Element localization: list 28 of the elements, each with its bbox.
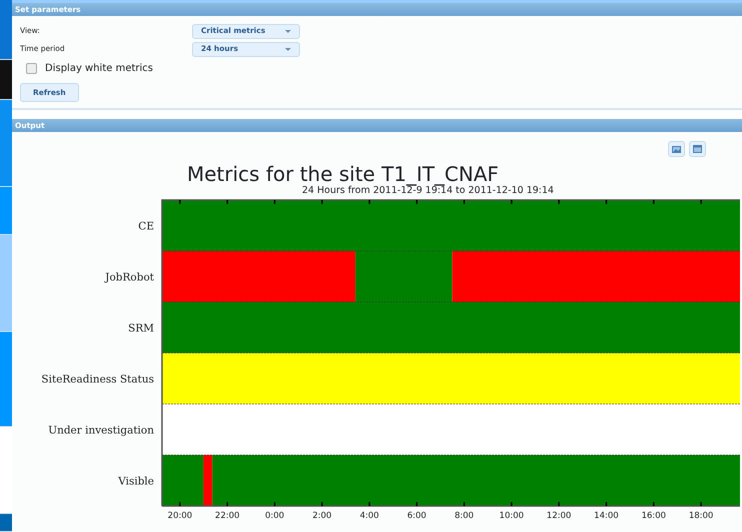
window-button[interactable] <box>689 141 706 158</box>
caret-icon <box>285 30 291 32</box>
tick-label: 10:00 <box>499 511 524 522</box>
tick-label: 20:00 <box>168 511 192 522</box>
tick-label: 12:00 <box>546 511 572 522</box>
tick-label: 2:00 <box>312 511 332 522</box>
row-label: SRM <box>128 322 154 335</box>
tick-label: 0:00 <box>265 511 284 522</box>
chart-title: Metrics for the site T1_IT_CNAF <box>187 163 499 186</box>
tick-label: 4:00 <box>360 511 379 522</box>
window-icon <box>693 145 702 154</box>
row-label: JobRobot <box>105 272 154 284</box>
checkbox[interactable] <box>26 62 37 74</box>
tick-label: 16:00 <box>641 511 666 522</box>
row-label: Visible <box>118 476 154 488</box>
tick-label: 22:00 <box>215 511 240 522</box>
row-label: SiteReadiness Status <box>41 374 154 386</box>
tick-label: 6:00 <box>407 511 426 522</box>
image-icon <box>672 146 681 153</box>
tick-label: 8:00 <box>454 511 474 522</box>
chart-subtitle: 24 Hours from 2011-12-9 19:14 to 2011-12-10 19:14 <box>302 185 554 196</box>
tick-label: 14:00 <box>594 511 619 522</box>
caret-icon <box>285 48 291 50</box>
row-label: Under investigation <box>48 424 154 437</box>
tick-label: 18:00 <box>688 511 714 522</box>
image-export-button[interactable] <box>668 141 685 158</box>
checkbox-label: Display white metrics <box>45 62 153 76</box>
row-label: CE <box>138 220 154 233</box>
